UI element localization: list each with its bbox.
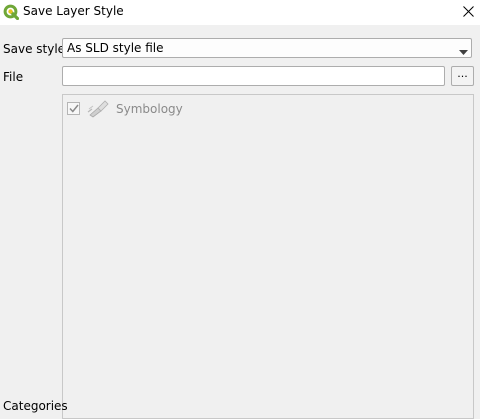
checkmark-icon — [69, 104, 79, 113]
file-label: File — [3, 70, 24, 84]
save-layer-style-dialog: Save Layer Style Save style As SLD style… — [0, 0, 480, 419]
categories-list[interactable]: Symbology — [62, 94, 474, 419]
window-title: Save Layer Style — [23, 4, 124, 18]
save-style-value: As SLD style file — [67, 41, 164, 55]
save-style-label: Save style — [3, 42, 66, 56]
categories-label: Categories — [3, 399, 68, 413]
close-button[interactable] — [456, 0, 480, 24]
save-style-select[interactable]: As SLD style file — [62, 38, 472, 58]
chevron-down-icon — [459, 45, 468, 59]
file-path-input[interactable] — [62, 66, 445, 86]
category-item-label: Symbology — [116, 102, 183, 116]
category-item-symbology[interactable]: Symbology — [66, 100, 266, 118]
title-bar: Save Layer Style — [0, 0, 480, 25]
qgis-logo-icon — [3, 4, 20, 21]
close-icon — [463, 6, 474, 17]
symbology-checkbox[interactable] — [67, 102, 80, 115]
browse-button[interactable]: ... — [451, 66, 474, 86]
symbology-brush-icon — [87, 100, 109, 118]
